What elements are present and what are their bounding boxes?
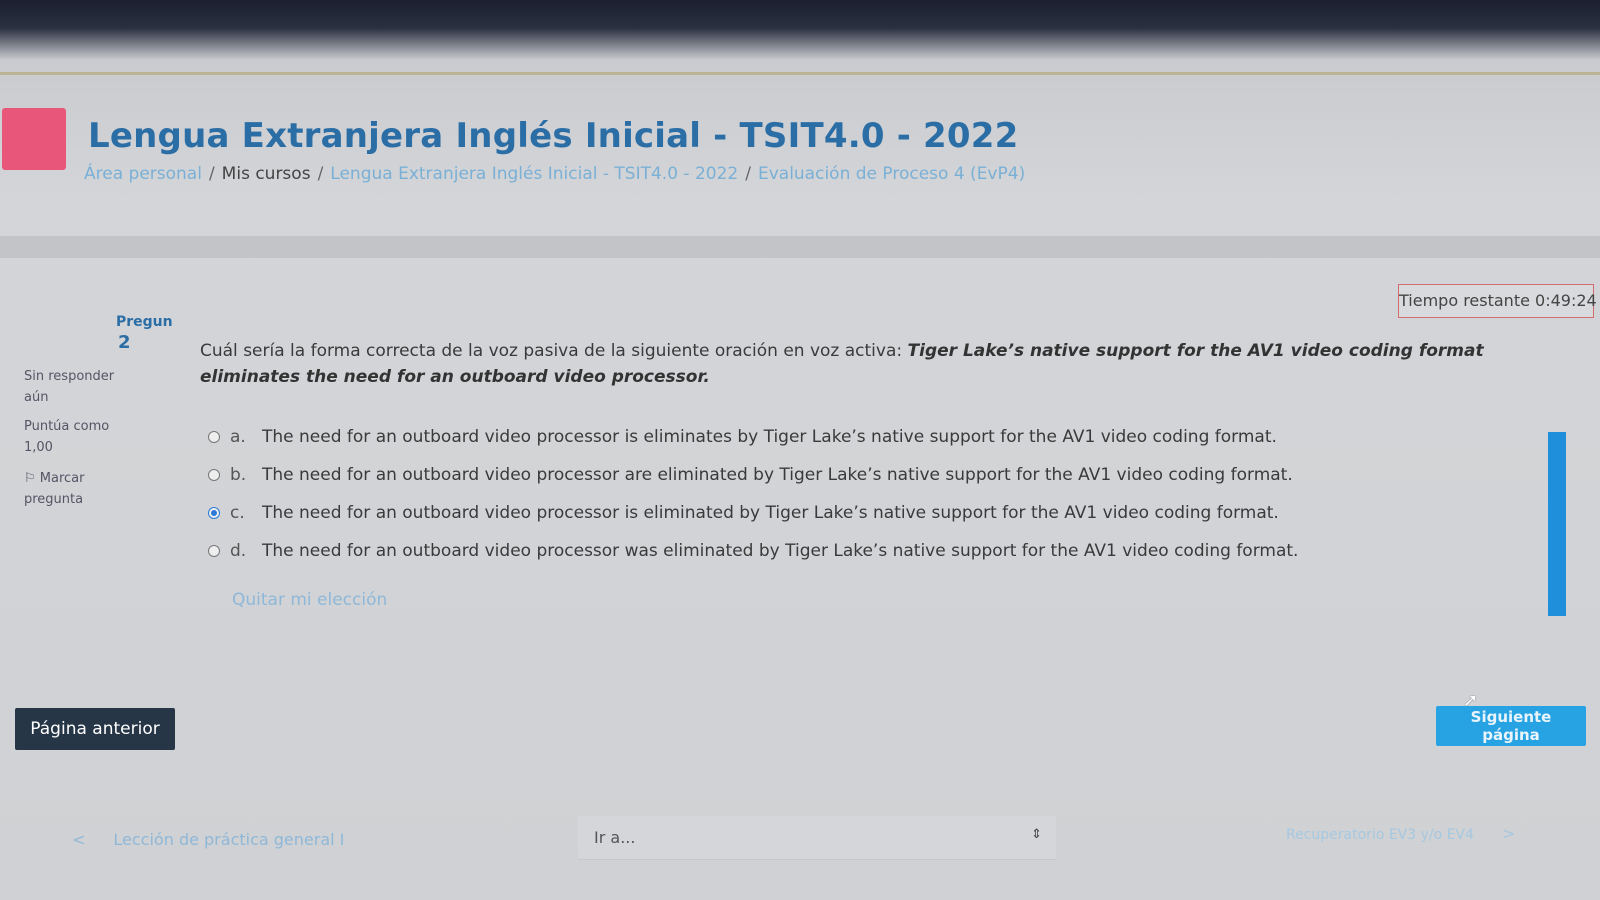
breadcrumb-home[interactable]: Área personal	[84, 164, 202, 184]
answer-option-c[interactable]: c. The need for an outboard video proces…	[208, 494, 1328, 532]
activity-navigation: < Lección de práctica general I Ir a... ⇕…	[0, 816, 1600, 864]
answer-text: The need for an outboard video processor…	[262, 465, 1293, 485]
previous-activity-link[interactable]: < Lección de práctica general I	[72, 830, 344, 849]
radio-button[interactable]	[208, 545, 220, 557]
question-number: 2	[118, 332, 131, 353]
time-remaining: Tiempo restante 0:49:24	[1398, 284, 1597, 318]
page-title: Lengua Extranjera Inglés Inicial - TSIT4…	[88, 116, 1019, 156]
chevron-right-icon: >	[1501, 824, 1516, 843]
answer-list: a. The need for an outboard video proces…	[208, 418, 1328, 570]
breadcrumb-course[interactable]: Lengua Extranjera Inglés Inicial - TSIT4…	[330, 164, 738, 184]
select-arrows-icon: ⇕	[1031, 827, 1042, 842]
chevron-left-icon: <	[72, 830, 86, 849]
next-activity-link[interactable]: Recuperatorio EV3 y/o EV4 >	[1286, 824, 1515, 843]
next-activity-label: Recuperatorio EV3 y/o EV4	[1286, 827, 1474, 843]
header-band	[0, 236, 1600, 258]
next-page-button[interactable]: Siguiente página	[1436, 706, 1586, 746]
breadcrumb: Área personal / Mis cursos / Lengua Extranje…	[84, 164, 1025, 184]
answer-option-d[interactable]: d. The need for an outboard video proces…	[208, 532, 1328, 570]
previous-page-button[interactable]: Página anterior	[15, 708, 175, 750]
answer-letter: d.	[230, 541, 247, 561]
jump-to-select[interactable]: Ir a... ⇕	[578, 816, 1056, 860]
answer-text: The need for an outboard video processor…	[262, 503, 1279, 523]
answer-letter: a.	[230, 427, 246, 447]
question-state: Sin responder aún	[24, 369, 115, 405]
breadcrumb-separator: /	[208, 164, 215, 184]
answer-letter: c.	[230, 503, 245, 523]
flag-icon: ⚐	[24, 471, 40, 486]
radio-button[interactable]	[208, 431, 220, 443]
answer-text: The need for an outboard video processor…	[262, 427, 1277, 447]
course-image	[2, 108, 66, 170]
question-text: Cuál sería la forma correcta de la voz p…	[200, 338, 1570, 390]
clear-choice-link[interactable]: Quitar mi elección	[232, 590, 387, 610]
navigation-drawer-tab[interactable]	[1548, 432, 1566, 616]
question-grade: Puntúa como 1,00	[24, 419, 110, 455]
breadcrumb-separator: /	[745, 164, 751, 184]
flag-question-toggle[interactable]: ⚐ Marcar pregunta	[24, 468, 134, 510]
header-divider	[0, 72, 1600, 75]
mouse-cursor-icon: ➚	[1463, 690, 1479, 711]
answer-letter: b.	[230, 465, 247, 485]
breadcrumb-quiz[interactable]: Evaluación de Proceso 4 (EvP4)	[758, 164, 1025, 184]
breadcrumb-separator: /	[317, 164, 324, 184]
question-label: Pregun	[116, 314, 173, 330]
answer-option-a[interactable]: a. The need for an outboard video proces…	[208, 418, 1328, 456]
radio-button-selected[interactable]	[208, 507, 220, 519]
breadcrumb-my-courses[interactable]: Mis cursos	[222, 164, 311, 184]
answer-text: The need for an outboard video processor…	[262, 541, 1299, 561]
radio-button[interactable]	[208, 469, 220, 481]
question-prompt: Cuál sería la forma correcta de la voz p…	[200, 341, 908, 361]
answer-option-b[interactable]: b. The need for an outboard video proces…	[208, 456, 1328, 494]
jump-to-value: Ir a...	[594, 828, 636, 847]
previous-activity-label: Lección de práctica general I	[113, 830, 345, 849]
